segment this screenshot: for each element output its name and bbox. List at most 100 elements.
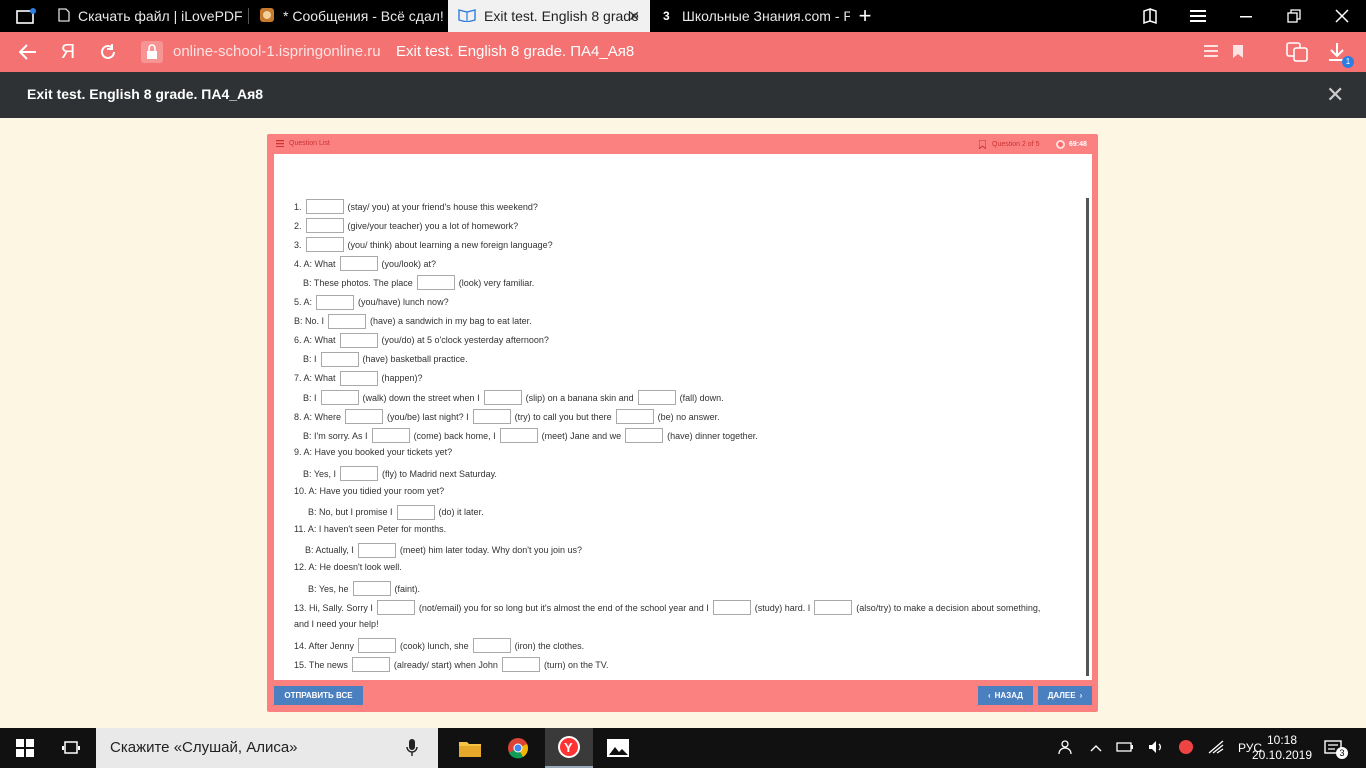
answer-input[interactable] (615, 409, 654, 425)
answer-input[interactable] (340, 466, 379, 482)
question-text: B: I'm sorry. As I (303, 430, 368, 441)
people-icon[interactable] (1058, 739, 1076, 758)
question-text: (have) dinner together. (667, 430, 758, 441)
network-icon[interactable] (1208, 740, 1224, 757)
question-list-button[interactable]: Question List (276, 140, 330, 147)
tab-ilovepdf[interactable]: Скачать файл | iLovePDF (48, 0, 248, 32)
battery-icon[interactable] (1116, 741, 1134, 756)
answer-input[interactable] (814, 600, 853, 616)
question-text: (have) a sandwich in my bag to eat later… (370, 316, 532, 327)
next-button[interactable]: ДАЛЕЕ › (1038, 686, 1092, 705)
question-row: 1. (stay/ you) at your friend's house thi… (294, 199, 538, 214)
answer-input[interactable] (320, 351, 359, 367)
answer-input[interactable] (305, 237, 344, 253)
bookmarks-panel-icon[interactable] (1136, 0, 1164, 32)
question-row: B: Actually, I (meet) him later today. Wh… (305, 542, 582, 558)
question-row: B: No. I (have) a sandwich in my bag to e… (294, 313, 532, 329)
lock-icon[interactable] (141, 41, 163, 63)
answer-input[interactable] (339, 370, 378, 386)
svg-text:3: 3 (663, 9, 670, 22)
restore-icon[interactable] (1280, 0, 1308, 32)
question-row: 12. A: He doesn't look well. (294, 562, 402, 572)
answer-input[interactable] (376, 600, 415, 616)
downloads-badge: 1 (1342, 56, 1354, 68)
answer-input[interactable] (358, 638, 397, 654)
question-text: and I need your help! (294, 619, 379, 630)
answer-input[interactable] (357, 542, 396, 558)
tabs-overview-icon[interactable] (12, 0, 40, 32)
menu-icon[interactable] (1184, 0, 1212, 32)
question-row: 15. The news (already/ start) when John (t… (294, 657, 608, 673)
question-text: (you/ think) about learning a new foreig… (347, 239, 553, 250)
close-window-icon[interactable] (1328, 0, 1356, 32)
answer-input[interactable] (416, 275, 455, 291)
answer-input[interactable] (352, 581, 391, 596)
answer-input[interactable] (305, 218, 344, 234)
answer-input[interactable] (637, 390, 676, 405)
tab-znanija[interactable]: 3 Школьные Знания.com - Р (650, 0, 850, 32)
answer-input[interactable] (339, 256, 378, 272)
answer-input[interactable] (472, 638, 511, 654)
back-button[interactable]: ‹ НАЗАД (978, 686, 1033, 705)
alice-search-box[interactable]: Скажите «Слушай, Алиса» (96, 728, 438, 768)
book-favicon (458, 8, 476, 25)
question-counter: Question 2 of 5 (979, 140, 1039, 149)
microphone-icon (406, 739, 418, 756)
answer-input[interactable] (483, 390, 522, 405)
answer-input[interactable] (316, 294, 355, 310)
tab-messages[interactable]: * Сообщения - Всё сдал! (249, 0, 447, 32)
tab-exit-test[interactable]: Exit test. English 8 grade ✕ (448, 0, 650, 32)
answer-input[interactable] (625, 428, 664, 444)
answer-input[interactable] (351, 657, 390, 673)
question-text: (try) to call you but there (514, 411, 612, 422)
question-row: 14. After Jenny (cook) lunch, she (iron) t… (294, 638, 584, 654)
notifications-button[interactable]: 3 (1324, 728, 1348, 768)
question-list-label: Question List (289, 140, 330, 147)
url-domain[interactable]: online-school-1.ispringonline.ru (173, 43, 381, 60)
answer-input[interactable] (305, 199, 344, 214)
question-counter-label: Question 2 of 5 (992, 141, 1040, 148)
close-icon[interactable]: ✕ (1326, 82, 1344, 108)
question-row: 10. A: Have you tidied your room yet? (294, 486, 444, 496)
close-tab-icon[interactable]: ✕ (628, 8, 640, 25)
yandex-disk-icon[interactable] (1178, 739, 1194, 758)
back-arrow-icon[interactable] (16, 32, 40, 72)
browser-tab-bar: Скачать файл | iLovePDF * Сообщения - Вс… (0, 0, 1366, 32)
answer-input[interactable] (501, 657, 540, 673)
file-explorer-icon[interactable] (448, 728, 492, 768)
task-view-icon[interactable] (56, 728, 86, 768)
answer-input[interactable] (499, 428, 538, 444)
answer-input[interactable] (472, 409, 511, 425)
answer-input[interactable] (345, 409, 384, 425)
question-panel: 1. (stay/ you) at your friend's house thi… (274, 154, 1092, 680)
url-page-title[interactable]: Exit test. English 8 grade. ПА4_Ая8 (396, 43, 634, 60)
clock[interactable]: 10:18 20.10.2019 (1252, 728, 1312, 768)
back-label: НАЗАД (994, 691, 1023, 700)
answer-input[interactable] (396, 504, 435, 520)
volume-icon[interactable] (1148, 740, 1164, 757)
photos-icon[interactable] (596, 728, 640, 768)
reload-icon[interactable] (96, 32, 120, 72)
bookmark-icon[interactable] (1232, 44, 1244, 64)
answer-input[interactable] (712, 600, 751, 616)
scrollbar[interactable] (1086, 198, 1089, 676)
answer-input[interactable] (320, 390, 359, 405)
question-text: B: I (303, 392, 317, 403)
answer-input[interactable] (328, 313, 367, 329)
bookmark-icon (979, 140, 986, 149)
windows-start-icon[interactable] (10, 728, 40, 768)
chrome-icon[interactable] (496, 728, 540, 768)
translate-icon[interactable] (1286, 42, 1308, 67)
question-text: 6. A: What (294, 335, 336, 346)
yandex-logo-icon[interactable]: Я (56, 32, 80, 72)
reader-mode-icon[interactable] (1204, 44, 1218, 63)
question-text: (be) no answer. (657, 411, 720, 422)
submit-all-button[interactable]: ОТПРАВИТЬ ВСЕ (274, 686, 363, 705)
answer-input[interactable] (339, 332, 378, 348)
question-row: and I need your help! (294, 619, 379, 629)
minimize-icon[interactable] (1232, 0, 1260, 32)
answer-input[interactable] (371, 428, 410, 444)
chevron-up-icon[interactable] (1090, 741, 1102, 755)
new-tab-icon[interactable]: + (852, 0, 878, 32)
yandex-browser-taskbar-icon[interactable]: Y (545, 728, 593, 768)
